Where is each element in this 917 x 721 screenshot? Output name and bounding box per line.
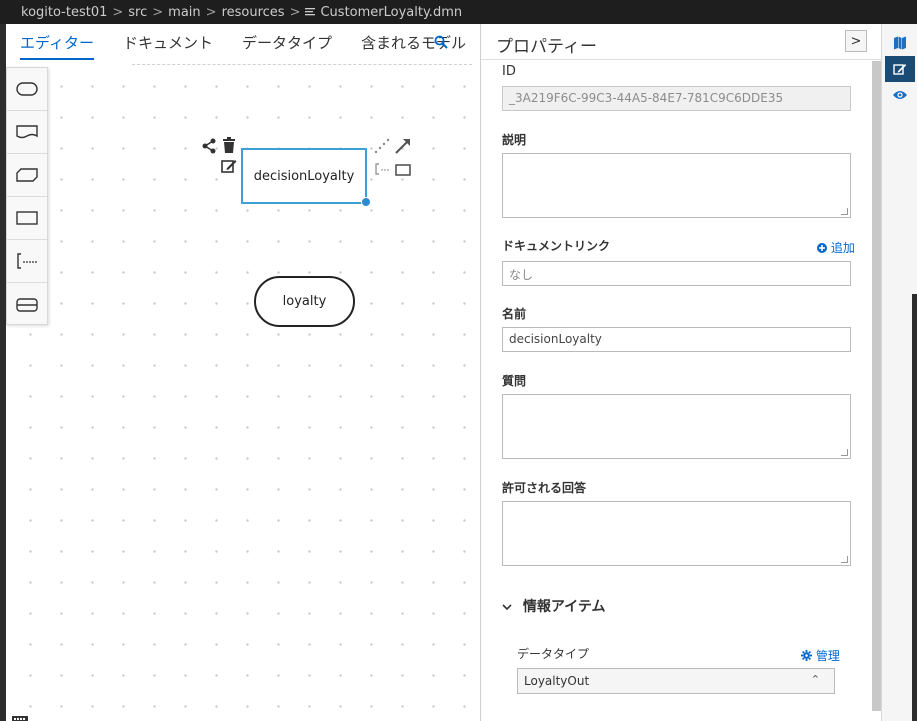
- decision-node[interactable]: decisionLoyalty: [241, 148, 367, 204]
- delete-icon[interactable]: [222, 137, 236, 157]
- properties-scrollbar[interactable]: [872, 61, 881, 711]
- edit-icon[interactable]: [221, 158, 237, 178]
- knowledge-source-tool[interactable]: [7, 111, 47, 154]
- document-links-field[interactable]: なし: [502, 261, 851, 286]
- annotation-connector-icon[interactable]: [375, 160, 391, 179]
- chevron-up-icon: ⌃: [810, 673, 820, 686]
- data-type-label: データタイプ: [517, 647, 590, 661]
- name-field[interactable]: decisionLoyalty: [502, 327, 851, 352]
- file-lines-icon: [305, 7, 316, 17]
- annotation-tool[interactable]: [7, 240, 47, 283]
- manage-button[interactable]: 管理: [801, 647, 840, 664]
- arrow-connector-icon[interactable]: [394, 137, 412, 159]
- properties-header: プロパティー >: [481, 24, 881, 60]
- map-icon[interactable]: [885, 30, 915, 56]
- manage-label: 管理: [815, 649, 840, 663]
- right-edge-strip: [912, 294, 917, 721]
- question-textarea[interactable]: [502, 394, 851, 459]
- input-data-tool[interactable]: [7, 68, 47, 111]
- tab-editor[interactable]: エディター: [20, 24, 94, 60]
- description-textarea[interactable]: [502, 153, 851, 218]
- id-field: _3A219F6C-99C3-44A5-84E7-781C9C6DDE35: [502, 86, 851, 111]
- tab-included-models[interactable]: 含まれるモデル: [361, 24, 466, 60]
- breadcrumb-item[interactable]: kogito-test01: [21, 5, 107, 20]
- breadcrumb-item[interactable]: resources: [222, 5, 285, 20]
- add-link-label: 追加: [830, 241, 855, 255]
- breadcrumb-separator: >: [205, 4, 217, 20]
- properties-title: プロパティー: [496, 37, 597, 57]
- allowed-answers-textarea[interactable]: [502, 501, 851, 566]
- bkm-tool[interactable]: [7, 154, 47, 197]
- tab-data-types[interactable]: データタイプ: [242, 24, 332, 60]
- name-label: 名前: [502, 307, 527, 321]
- share-icon[interactable]: [201, 138, 217, 158]
- editor-tabs: エディター ドキュメント データタイプ 含まれるモデル: [6, 24, 480, 62]
- breadcrumb-separator: >: [152, 4, 164, 20]
- input-data-node[interactable]: loyalty: [254, 276, 355, 327]
- eye-icon[interactable]: [885, 82, 915, 108]
- chevron-down-icon: [502, 604, 512, 611]
- information-item-label: 情報アイテム: [522, 599, 606, 615]
- dotted-connector-icon[interactable]: [374, 138, 390, 158]
- tab-documentation[interactable]: ドキュメント: [123, 24, 213, 60]
- breadcrumb-file[interactable]: CustomerLoyalty.dmn: [320, 5, 462, 20]
- shape-palette: [6, 67, 48, 325]
- information-item-toggle[interactable]: 情報アイテム: [502, 596, 605, 616]
- dmn-editor: エディター ドキュメント データタイプ 含まれるモデル decisionLoya…: [6, 24, 480, 721]
- input-data-node-label: loyalty: [282, 294, 327, 309]
- id-label: ID: [502, 64, 516, 79]
- plus-circle-icon: [817, 243, 827, 253]
- collapse-panel-button[interactable]: >: [845, 30, 867, 52]
- breadcrumb-separator: >: [289, 4, 301, 20]
- node-shape-icon[interactable]: [395, 161, 411, 180]
- right-toolbar: [881, 24, 917, 721]
- breadcrumb-item[interactable]: main: [168, 5, 200, 20]
- breadcrumb-item[interactable]: src: [128, 5, 147, 20]
- document-links-label: ドキュメントリンク: [502, 239, 611, 253]
- properties-panel: プロパティー > ID _3A219F6C-99C3-44A5-84E7-781…: [480, 24, 881, 721]
- question-label: 質問: [502, 374, 527, 388]
- allowed-answers-label: 許可される回答: [502, 481, 587, 495]
- edit-icon[interactable]: [885, 56, 915, 82]
- search-icon[interactable]: [434, 34, 448, 49]
- breadcrumb: kogito-test01 > src > main > resources >…: [0, 0, 917, 24]
- data-type-value: LoyaltyOut: [524, 674, 590, 688]
- gear-icon: [801, 650, 812, 661]
- description-label: 説明: [502, 133, 527, 147]
- keyboard-icon[interactable]: [12, 711, 28, 721]
- data-type-select[interactable]: LoyaltyOut ⌃: [517, 668, 835, 694]
- breadcrumb-separator: >: [112, 4, 124, 20]
- decision-node-label: decisionLoyalty: [253, 168, 355, 184]
- decision-tool[interactable]: [7, 197, 47, 240]
- resize-handle[interactable]: [361, 197, 371, 207]
- add-link-button[interactable]: 追加: [817, 239, 855, 256]
- decision-service-tool[interactable]: [7, 283, 47, 326]
